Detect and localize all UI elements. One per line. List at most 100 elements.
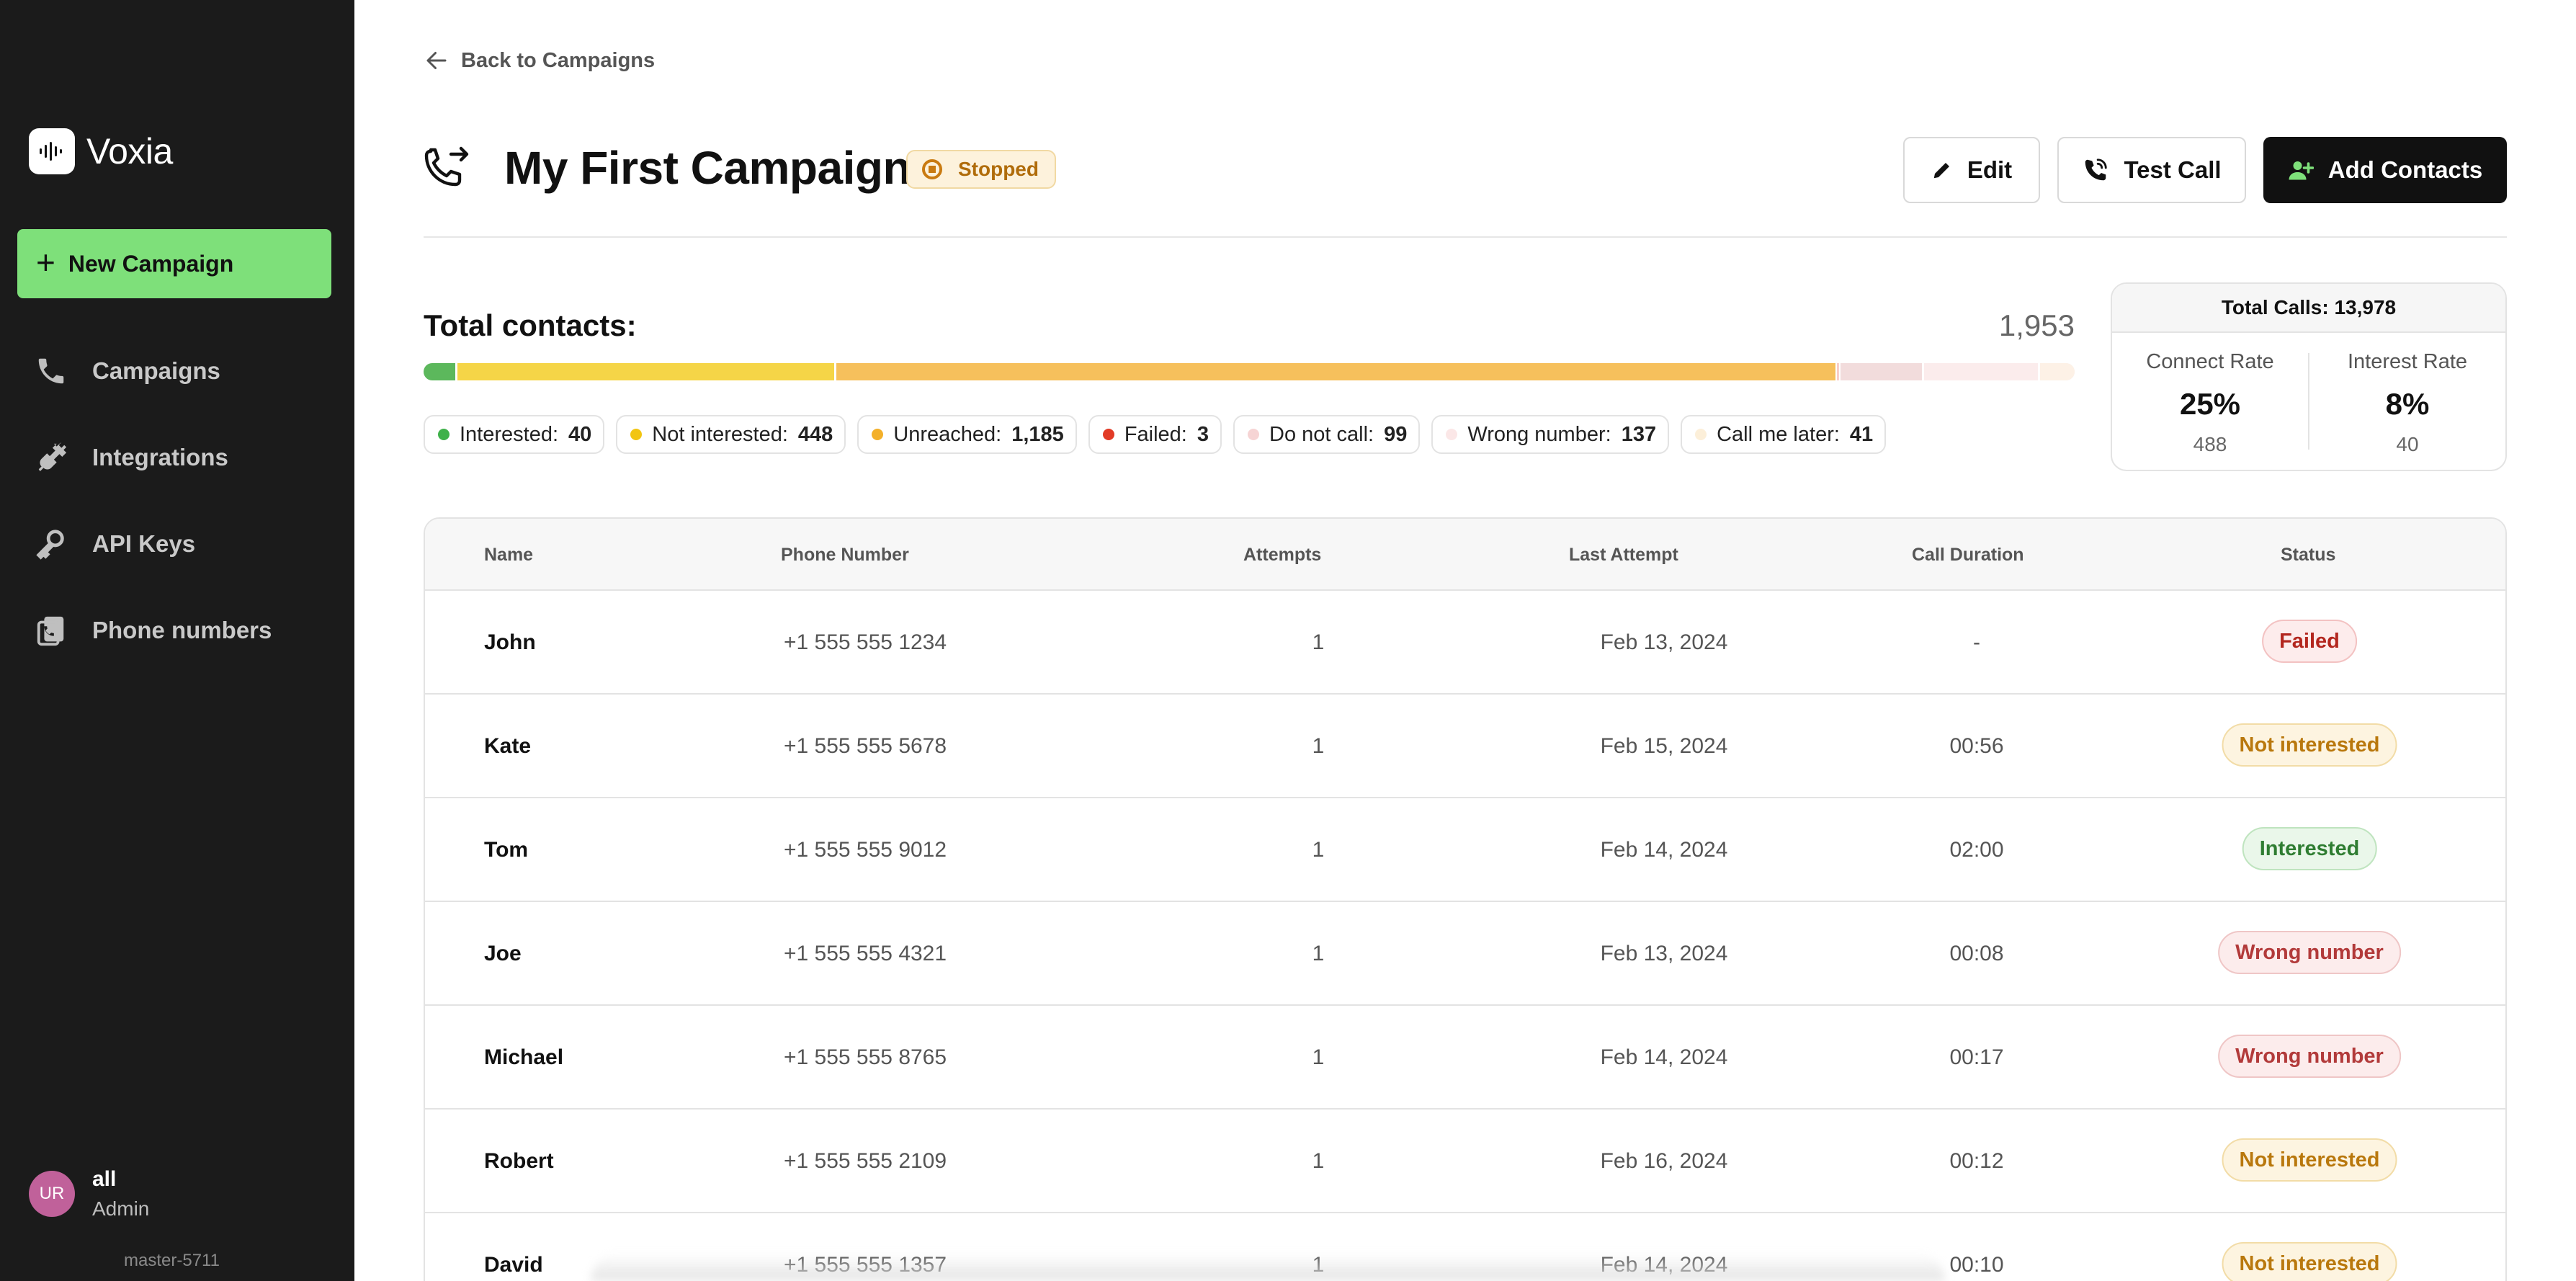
contact-phone: +1 555 555 1234 (784, 630, 947, 654)
interest-rate-count: 40 (2396, 433, 2419, 455)
legend-pill-failed[interactable]: Failed: 3 (1088, 415, 1222, 454)
phone-list-icon (37, 616, 64, 646)
column-header-status[interactable]: Status (2281, 545, 2335, 566)
contact-attempts: 1 (1312, 734, 1325, 758)
sidebar-item-api-keys[interactable]: API Keys (35, 527, 195, 561)
user-menu[interactable]: UR all Admin (29, 1167, 149, 1220)
back-label: Back to Campaigns (461, 48, 656, 72)
test-call-button[interactable]: Test Call (2057, 137, 2246, 203)
legend-label: Unreached: (893, 422, 1002, 446)
legend-pill-do-not-call[interactable]: Do not call: 99 (1233, 415, 1421, 454)
legend-label: Wrong number: (1467, 422, 1611, 446)
test-call-label: Test Call (2124, 156, 2222, 183)
table-header: Name Phone Number Attempts Last Attempt … (425, 519, 2505, 591)
new-campaign-button[interactable]: + New Campaign (17, 229, 331, 298)
plus-icon: + (36, 244, 55, 281)
contact-attempts: 1 (1312, 630, 1325, 654)
legend-value: 41 (1849, 422, 1874, 446)
sidebar-item-label: Campaigns (92, 357, 220, 384)
contact-call-duration: 02:00 (1949, 838, 2004, 862)
stop-icon (922, 159, 942, 179)
legend-label: Do not call: (1269, 422, 1374, 446)
column-header-call-duration[interactable]: Call Duration (1912, 545, 2024, 566)
contact-last-attempt: Feb 16, 2024 (1600, 1149, 1728, 1173)
bar-segment (836, 363, 1838, 380)
contact-call-duration: 00:56 (1949, 734, 2004, 758)
legend-pill-wrong-number[interactable]: Wrong number: 137 (1431, 415, 1670, 454)
back-link[interactable]: Back to Campaigns (424, 48, 655, 73)
interest-rate-value: 8% (2385, 387, 2430, 421)
contact-name: Tom (484, 838, 529, 862)
user-role: Admin (92, 1197, 150, 1220)
connect-rate-label: Connect Rate (2146, 350, 2274, 373)
table-row[interactable]: Joe +1 555 555 4321 1 Feb 13, 2024 00:08 Wron… (425, 902, 2505, 1006)
status-label: Stopped (958, 158, 1039, 180)
contact-phone: +1 555 555 5678 (784, 734, 947, 758)
column-header-attempts[interactable]: Attempts (1243, 545, 1321, 566)
add-contacts-label: Add Contacts (2327, 156, 2483, 183)
table-row[interactable]: John +1 555 555 1234 1 Feb 13, 2024 - Failed (425, 591, 2505, 695)
legend-pill-unreached[interactable]: Unreached: 1,185 (857, 415, 1077, 454)
table-row[interactable]: Kate +1 555 555 5678 1 Feb 15, 2024 00:56 Not… (425, 695, 2505, 798)
column-header-last-attempt[interactable]: Last Attempt (1569, 545, 1678, 566)
contact-phone: +1 555 555 9012 (784, 838, 947, 862)
bar-segment (1924, 363, 2040, 380)
bar-segment (1840, 363, 1925, 380)
status-badge: Interested (2242, 827, 2377, 870)
brand-name: Voxia (86, 131, 173, 171)
dot-icon (438, 429, 450, 440)
add-contacts-button[interactable]: Add Contacts (2263, 137, 2507, 203)
status-badge: Wrong number (2218, 931, 2401, 974)
contacts-table: Name Phone Number Attempts Last Attempt … (424, 517, 2507, 1281)
contact-call-duration: 00:17 (1949, 1045, 2004, 1069)
dot-icon (872, 429, 884, 440)
sidebar-item-integrations[interactable]: Integrations (35, 441, 228, 474)
contact-name: David (484, 1253, 543, 1277)
sidebar-item-label: Phone numbers (92, 617, 272, 643)
legend-label: Failed: (1124, 422, 1187, 446)
sidebar-item-phone-numbers[interactable]: Phone numbers (35, 614, 272, 647)
table-row[interactable]: Tom +1 555 555 9012 1 Feb 14, 2024 02:00 Inte… (425, 798, 2505, 902)
voxia-logo-icon (29, 128, 75, 174)
contact-attempts: 1 (1312, 1149, 1325, 1173)
user-name: all (92, 1167, 117, 1191)
dot-icon (1102, 429, 1114, 440)
column-header-phone[interactable]: Phone Number (781, 545, 909, 566)
legend-value: 137 (1621, 422, 1657, 446)
contact-attempts: 1 (1312, 942, 1325, 965)
legend-value: 448 (797, 422, 833, 446)
edit-button[interactable]: Edit (1903, 137, 2040, 203)
phone-icon (38, 358, 64, 384)
contact-last-attempt: Feb 13, 2024 (1600, 630, 1728, 654)
table-row[interactable]: Robert +1 555 555 2109 1 Feb 16, 2024 00:12 N… (425, 1110, 2505, 1213)
contact-phone: +1 555 555 8765 (784, 1045, 947, 1069)
contact-name: Robert (484, 1149, 554, 1173)
legend-value: 99 (1384, 422, 1408, 446)
bar-segment (2039, 363, 2075, 380)
status-badge: Not interested (2222, 723, 2397, 767)
header-divider (424, 236, 2507, 238)
legend-value: 40 (568, 422, 592, 446)
legend-label: Interested: (460, 422, 559, 446)
status-badge: Stopped (906, 150, 1056, 189)
status-badge: Not interested (2222, 1242, 2397, 1281)
legend-pill-interested[interactable]: Interested: 40 (424, 415, 605, 454)
scroll-shadow (591, 1254, 1945, 1281)
contact-last-attempt: Feb 15, 2024 (1600, 734, 1728, 758)
bar-segment (457, 363, 836, 380)
dot-icon (1695, 429, 1707, 440)
status-legend: Interested: 40 Not interested: 448 Unreach… (424, 415, 1897, 454)
add-user-icon (2289, 161, 2314, 180)
contacts-distribution-bar (424, 363, 2075, 380)
contact-attempts: 1 (1312, 1045, 1325, 1069)
column-header-name[interactable]: Name (484, 545, 533, 566)
brand[interactable]: Voxia (29, 128, 173, 174)
sidebar-item-campaigns[interactable]: Campaigns (35, 354, 220, 388)
page-title: My First Campaign (504, 142, 911, 194)
connect-rate-value: 25% (2179, 387, 2241, 421)
legend-pill-not-interested[interactable]: Not interested: 448 (616, 415, 846, 454)
contact-attempts: 1 (1312, 838, 1325, 862)
table-row[interactable]: Michael +1 555 555 8765 1 Feb 14, 2024 00:17… (425, 1006, 2505, 1110)
legend-pill-call-me-later[interactable]: Call me later: 41 (1681, 415, 1887, 454)
contact-last-attempt: Feb 14, 2024 (1600, 838, 1728, 862)
